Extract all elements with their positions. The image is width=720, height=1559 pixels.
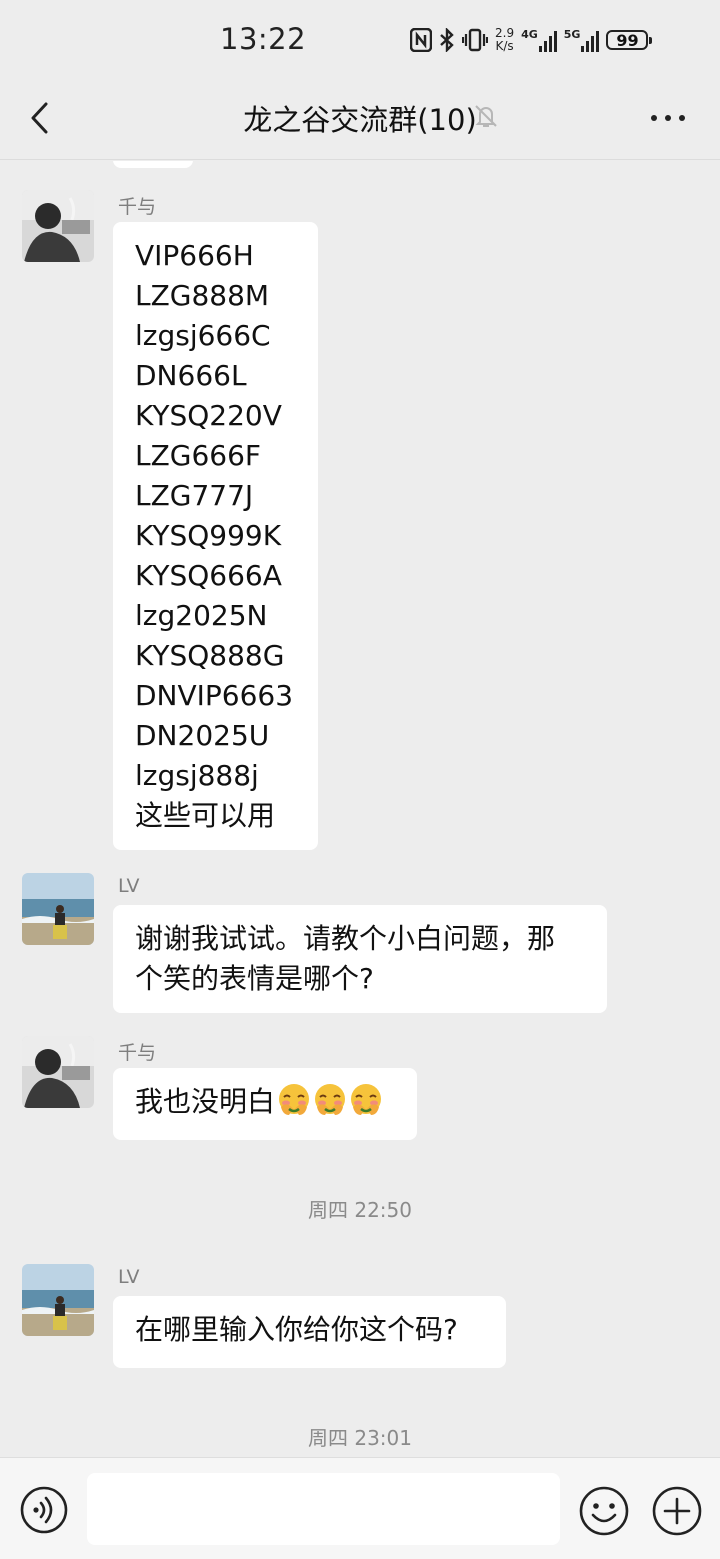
message-bubble[interactable]: VIP666H LZG888M lzgsj666C DN666L KYSQ220… [113, 222, 318, 850]
chat-header: 龙之谷交流群(10) [0, 80, 720, 160]
plus-icon[interactable] [651, 1485, 703, 1537]
net-speed: 2.9 K/s [495, 27, 514, 53]
vibrate-icon [462, 28, 488, 52]
message-input[interactable] [87, 1473, 560, 1545]
emoji-icon[interactable] [578, 1485, 630, 1537]
mute-bell-icon [472, 102, 500, 130]
code-line: KYSQ999K [135, 519, 282, 552]
status-icons: 2.9 K/s 4G 5G 99 [410, 22, 653, 58]
message-text: 我也没明白 [135, 1085, 276, 1118]
bluetooth-icon [439, 28, 455, 52]
message-text-line: 谢谢我试试。请教个小白问题，那 [135, 922, 556, 955]
input-bar [0, 1457, 720, 1559]
sender-name: 千与 [118, 1042, 157, 1064]
code-line: KYSQ220V [135, 399, 282, 432]
code-line: LZG888M [135, 279, 270, 312]
partial-message-bubble [113, 161, 193, 168]
chat-title: 龙之谷交流群(10) [243, 103, 477, 137]
more-dots-icon[interactable] [648, 104, 688, 132]
battery-icon: 99 [606, 30, 653, 50]
code-line: DN666L [135, 359, 247, 392]
signal-4g-icon: 4G [521, 28, 557, 52]
chat-area[interactable]: 千与 VIP666H LZG888M lzgsj666C DN666L KYSQ… [0, 161, 720, 1457]
code-line: LZG666F [135, 439, 262, 472]
facepalm-smile-emoji [313, 1083, 347, 1117]
avatar[interactable] [22, 873, 94, 945]
signal-5g-icon: 5G [564, 28, 600, 52]
code-line: lzgsj666C [135, 319, 271, 352]
sender-name: LV [118, 875, 140, 897]
message-text-line: 个笑的表情是哪个? [135, 962, 374, 995]
code-line: KYSQ666A [135, 559, 282, 592]
message-bubble[interactable]: 在哪里输入你给你这个码? [113, 1296, 506, 1368]
code-line: DN2025U [135, 719, 270, 752]
battery-level: 99 [616, 30, 639, 50]
code-line: lzgsj888j [135, 759, 259, 792]
sender-name: 千与 [118, 196, 157, 218]
message-text-line: 这些可以用 [135, 799, 276, 832]
sim2-label: 5G [563, 28, 581, 41]
nfc-icon [410, 28, 432, 52]
code-line: VIP666H [135, 239, 254, 272]
code-line: KYSQ888G [135, 639, 285, 672]
facepalm-smile-emoji [349, 1083, 383, 1117]
avatar[interactable] [22, 190, 94, 262]
time-divider: 周四 22:50 [308, 1198, 412, 1222]
title-wrap: 龙之谷交流群(10) [0, 97, 720, 139]
status-time: 13:22 [220, 22, 307, 56]
avatar[interactable] [22, 1036, 94, 1108]
facepalm-smile-emoji [277, 1083, 311, 1117]
code-line: DNVIP6663 [135, 679, 294, 712]
net-speed-unit: K/s [495, 39, 514, 53]
code-line: lzg2025N [135, 599, 268, 632]
message-text: 在哪里输入你给你这个码? [135, 1313, 458, 1346]
sender-name: LV [118, 1266, 140, 1288]
message-bubble[interactable]: 谢谢我试试。请教个小白问题，那 个笑的表情是哪个? [113, 905, 607, 1013]
time-divider: 周四 23:01 [308, 1426, 412, 1450]
avatar[interactable] [22, 1264, 94, 1336]
sim1-label: 4G [521, 28, 538, 41]
status-bar: 13:22 2.9 K/s 4G 5G 99 [0, 0, 720, 80]
voice-icon[interactable] [19, 1485, 69, 1535]
code-line: LZG777J [135, 479, 254, 512]
message-bubble[interactable]: 我也没明白 [113, 1068, 417, 1140]
